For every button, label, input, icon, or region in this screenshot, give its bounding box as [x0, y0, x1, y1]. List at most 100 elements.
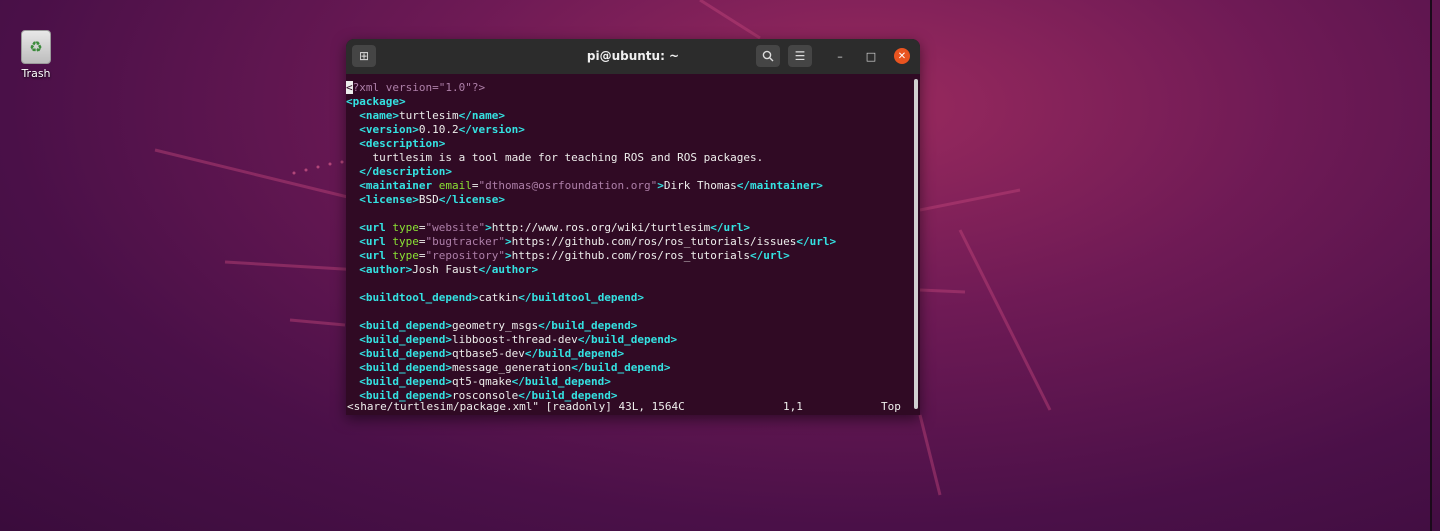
editor-line: <build_depend>libboost-thread-dev</build…	[346, 333, 912, 347]
desktop-trash[interactable]: ♻ Trash	[16, 30, 56, 80]
code-token: <package>	[346, 95, 406, 108]
code-token: email	[438, 179, 472, 192]
code-token: qtbase5-dev	[451, 347, 525, 360]
editor-line: <version>0.10.2</version>	[346, 123, 912, 137]
code-token: "website"	[425, 221, 486, 234]
editor-line: <build_depend>qtbase5-dev</build_depend>	[346, 347, 912, 361]
close-button[interactable]: ✕	[894, 48, 910, 64]
code-token: >	[485, 221, 492, 234]
code-token: </buildtool_depend>	[518, 291, 645, 304]
code-token: </description>	[359, 165, 452, 178]
code-token: </license>	[438, 193, 505, 206]
search-button[interactable]	[756, 45, 780, 67]
minimize-icon: –	[837, 49, 843, 63]
code-token: https://github.com/ros/ros_tutorials	[511, 249, 751, 262]
code-token: <build_depend>	[359, 375, 452, 388]
maximize-button[interactable]: □	[863, 48, 879, 64]
maximize-icon: □	[865, 49, 877, 63]
code-token: message_generation	[451, 361, 572, 374]
code-token: </build_depend>	[524, 347, 625, 360]
recycle-icon: ♻	[21, 30, 51, 64]
code-token: libboost-thread-dev	[451, 333, 578, 346]
code-token: </version>	[458, 123, 525, 136]
code-token: "bugtracker"	[425, 235, 505, 248]
code-token: "dthomas@osrfoundation.org"	[478, 179, 658, 192]
code-token: </name>	[458, 109, 505, 122]
menu-button[interactable]: ☰	[788, 45, 812, 67]
text-cursor: <	[346, 81, 353, 94]
code-token: Dirk Thomas	[663, 179, 737, 192]
terminal-window[interactable]: ⊞ pi@ubuntu: ~ ☰ – □ ✕ <?xml version="1.…	[346, 39, 920, 415]
code-token: turtlesim	[399, 109, 459, 122]
code-token: </url>	[710, 221, 751, 234]
editor-line: <name>turtlesim</name>	[346, 109, 912, 123]
code-token: </build_depend>	[538, 319, 638, 332]
code-token: >	[657, 179, 664, 192]
code-token: type	[392, 249, 419, 262]
editor-line: <url type="bugtracker">https://github.co…	[346, 235, 912, 249]
terminal-text-area[interactable]: <?xml version="1.0"?> <package> <name>tur…	[346, 81, 912, 403]
code-token: http://www.ros.org/wiki/turtlesim	[491, 221, 711, 234]
code-token: <author>	[359, 263, 413, 276]
editor-line: <build_depend>qt5-qmake</build_depend>	[346, 375, 912, 389]
scrollbar[interactable]	[914, 79, 918, 409]
editor-line: </description>	[346, 165, 912, 179]
code-token: >	[504, 235, 512, 248]
code-token: "repository"	[425, 249, 505, 262]
code-token: BSD	[418, 193, 439, 206]
code-token: ?xml version="1.0"?>	[352, 81, 486, 94]
code-token: </build_depend>	[511, 375, 611, 388]
code-token: <description>	[359, 137, 446, 150]
code-token: <maintainer	[359, 179, 439, 192]
code-token: </url>	[796, 235, 837, 248]
code-token: >	[504, 249, 512, 262]
code-token: </author>	[478, 263, 539, 276]
status-scroll-position: Top	[881, 400, 901, 413]
code-token: <name>	[359, 109, 399, 122]
editor-line: turtlesim is a tool made for teaching RO…	[346, 151, 912, 165]
editor-line: <url type="website">http://www.ros.org/w…	[346, 221, 912, 235]
editor-line: <buildtool_depend>catkin</buildtool_depe…	[346, 291, 912, 305]
code-token: geometry_msgs	[451, 319, 539, 332]
trash-label: Trash	[21, 67, 51, 80]
new-tab-icon: ⊞	[358, 49, 370, 63]
hamburger-menu-icon: ☰	[794, 49, 806, 63]
title-bar[interactable]: ⊞ pi@ubuntu: ~ ☰ – □ ✕	[346, 39, 920, 74]
code-token: <url	[359, 249, 393, 262]
code-token: https://github.com/ros/ros_tutorials/iss…	[511, 235, 797, 248]
editor-line: <url type="repository">https://github.co…	[346, 249, 912, 263]
code-token: catkin	[478, 291, 519, 304]
new-tab-button[interactable]: ⊞	[352, 45, 376, 67]
code-token: <version>	[359, 123, 419, 136]
minimize-button[interactable]: –	[832, 48, 848, 64]
code-token: <build_depend>	[359, 333, 452, 346]
code-token: 0.10.2	[418, 123, 459, 136]
code-token: =	[418, 235, 426, 248]
editor-line: <package>	[346, 95, 912, 109]
status-file-info: <share/turtlesim/package.xml" [readonly]…	[347, 400, 685, 413]
close-icon: ✕	[897, 50, 907, 62]
editor-line: <description>	[346, 137, 912, 151]
screen-edge	[1430, 0, 1432, 531]
search-icon	[762, 50, 774, 62]
code-token: <url	[359, 221, 393, 234]
code-token: <build_depend>	[359, 319, 452, 332]
editor-line: <?xml version="1.0"?>	[346, 81, 912, 95]
editor-line: <maintainer email="dthomas@osrfoundation…	[346, 179, 912, 193]
